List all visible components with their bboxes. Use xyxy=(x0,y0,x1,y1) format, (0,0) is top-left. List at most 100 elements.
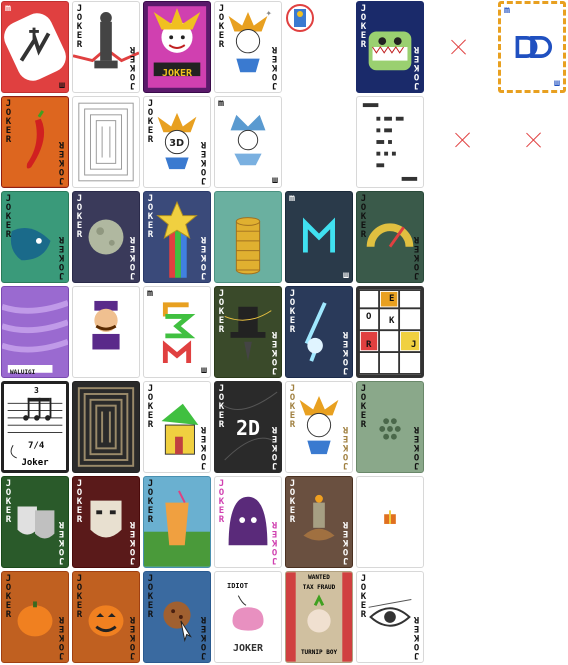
card-label-top: JOKER xyxy=(76,194,83,240)
card-label-bottom: JOKER xyxy=(413,234,420,280)
card-label-top: JOKER xyxy=(289,479,296,525)
card-label-bottom: JOKER xyxy=(413,614,420,660)
joker-card-m-jester[interactable]: m ш xyxy=(214,96,282,188)
joker-card-dark-mask[interactable]: JOKER JOKER xyxy=(72,476,140,568)
card-label-top: JOKER xyxy=(360,4,367,50)
card-label-top: JOKER xyxy=(76,574,83,620)
music-note-count: 3 xyxy=(34,386,39,395)
joker-card-morse-code[interactable] xyxy=(356,96,424,188)
card-mark-top: m xyxy=(289,193,296,204)
joker-card-mondrian[interactable]: O E K R J xyxy=(356,286,424,378)
card-mark-bottom: ш xyxy=(553,78,560,89)
joker-logo-banner: JOKER xyxy=(161,68,193,79)
card-label-top: JOKER xyxy=(147,99,154,145)
joker-card-eye-sketch[interactable]: JOKER JOKER xyxy=(356,571,424,663)
joker-card-coin-stack[interactable] xyxy=(214,191,282,283)
card-label-top: JOKER xyxy=(218,289,225,335)
joker-card-hot-pepper[interactable]: JOKER JOKER xyxy=(1,96,69,188)
card-label-top: JOKER xyxy=(147,384,154,430)
card-label-bottom: JOKER xyxy=(200,234,207,280)
card-label-bottom: JOKER xyxy=(58,139,65,185)
joker-card-jack-o-lantern[interactable]: JOKER JOKER xyxy=(72,571,140,663)
card-label-bottom: JOKER xyxy=(342,424,349,470)
card-label-bottom: JOKER xyxy=(129,44,136,90)
joker-card-turnip-boy[interactable]: WANTED TAX FRAUD TURNIP BOY xyxy=(285,571,353,663)
joker-card-house[interactable]: JOKER JOKER xyxy=(143,381,211,473)
music-card-name: Joker xyxy=(21,458,49,468)
joker-card-maze-light[interactable] xyxy=(72,96,140,188)
card-label-top: JOKER xyxy=(289,289,296,335)
joker-card-gift[interactable] xyxy=(356,476,424,568)
joker-card-joker-logo[interactable]: JOKER xyxy=(143,1,211,93)
waluigi-tag-text: WALUIGI xyxy=(10,369,36,376)
card-label-top: JOKER xyxy=(360,574,367,620)
card-label-bottom: JOKER xyxy=(129,614,136,660)
mondrian-letter-k: K xyxy=(389,316,395,326)
joker-card-hooded-ghost[interactable]: JOKER JOKER xyxy=(214,476,282,568)
card-label-top: JOKER xyxy=(147,479,154,525)
card-label-bottom: JOKER xyxy=(58,614,65,660)
card-mark-bottom: ш xyxy=(342,270,349,281)
joker-card-music-sheet[interactable]: 3 7/4 Joker xyxy=(1,381,69,473)
joker-card-neon-m[interactable]: m ш xyxy=(285,191,353,283)
mondrian-letter-e: E xyxy=(389,294,395,304)
joker-card-selected-dd[interactable]: m ш xyxy=(498,1,566,93)
joker-card-idiot-brain[interactable]: IDIOT JOKER xyxy=(214,571,282,663)
joker-card-rainbow-star[interactable]: JOKER JOKER xyxy=(143,191,211,283)
card-mark-top: m xyxy=(504,5,511,16)
joker-card-waluigi-face[interactable] xyxy=(72,286,140,378)
joker-card-moon[interactable]: JOKER JOKER xyxy=(72,191,140,283)
card-label-top: JOKER xyxy=(218,479,225,525)
joker-card-chess-king[interactable]: JOKER JOKER xyxy=(72,1,140,93)
empty-slot-x-icon xyxy=(524,130,544,150)
joker-card-speedometer[interactable]: JOKER JOKER xyxy=(356,191,424,283)
joker-card-jester-stars[interactable]: ✦ JOKER JOKER xyxy=(214,1,282,93)
idiot-label: IDIOT xyxy=(227,582,249,590)
card-label-bottom: JOKER xyxy=(200,614,207,660)
card-label-bottom: JOKER xyxy=(129,234,136,280)
card-label-bottom: JOKER xyxy=(413,424,420,470)
card-label-bottom: JOKER xyxy=(271,519,278,565)
joker-card-ice-crystal[interactable]: JOKER JOKER xyxy=(285,286,353,378)
card-label-top: JOKER xyxy=(5,479,12,525)
joker-card-sea-creature[interactable]: JOKER JOKER xyxy=(1,191,69,283)
joker-card-cereal-box[interactable]: JOKER JOKER xyxy=(356,1,424,93)
card-label-bottom: JOKER xyxy=(271,424,278,470)
joker-card-2d[interactable]: 2D JOKER JOKER xyxy=(214,381,282,473)
joker-grid: m ш JOKER JOKER JOKER ✦ JOKER JOKER JOKE… xyxy=(0,0,568,665)
card-mark-top: m xyxy=(218,98,225,109)
joker-card-green-pattern[interactable]: JOKER JOKER xyxy=(356,381,424,473)
joker-card-rainbow-m[interactable]: m ш xyxy=(143,286,211,378)
turnip-boy-text: TURNIP BOY xyxy=(300,649,338,656)
joker-card-magic-hat[interactable]: JOKER JOKER xyxy=(214,286,282,378)
joker-card-pumpkin-plain[interactable]: JOKER JOKER xyxy=(1,571,69,663)
card-mark-bottom: ш xyxy=(200,365,207,376)
card-label-bottom: JOKER xyxy=(58,519,65,565)
joker-card-cookie[interactable]: JOKER JOKER xyxy=(143,571,211,663)
card-label-bottom: JOKER xyxy=(200,139,207,185)
card-label-bottom: JOKER xyxy=(129,519,136,565)
idiot-joker-text: JOKER xyxy=(232,643,264,654)
card-mark-bottom: ш xyxy=(58,80,65,91)
card-label-top: JOKER xyxy=(76,479,83,525)
card-mark-top: m xyxy=(147,288,154,299)
turnip-wanted-text: WANTED xyxy=(308,574,330,581)
joker-card-drama-masks[interactable]: JOKER JOKER xyxy=(1,476,69,568)
card-label-top: JOKER xyxy=(289,384,296,430)
joker-card-stonks[interactable]: m ш xyxy=(1,1,69,93)
joker-card-jester-sepia[interactable]: JOKER JOKER xyxy=(285,381,353,473)
joker-card-oil-lamp[interactable]: JOKER JOKER xyxy=(285,476,353,568)
card-label-bottom: JOKER xyxy=(413,44,420,90)
card-label-top: JOKER xyxy=(76,4,83,50)
joker-card-maze-dark[interactable] xyxy=(72,381,140,473)
svg-text:✦: ✦ xyxy=(265,9,272,18)
card-mark-top: m xyxy=(5,3,12,14)
joker-card-drink[interactable]: JOKER xyxy=(143,476,211,568)
joker-card-waluigi-purple[interactable]: WALUIGI xyxy=(1,286,69,378)
card-label-top: JOKER xyxy=(147,574,154,620)
joker-sticker-small[interactable] xyxy=(285,1,319,35)
joker-card-jester-3d[interactable]: 3D JOKER JOKER xyxy=(143,96,211,188)
card-label-bottom: JOKER xyxy=(342,329,349,375)
svg-text:3D: 3D xyxy=(169,138,184,149)
card-label-bottom: JOKER xyxy=(271,329,278,375)
